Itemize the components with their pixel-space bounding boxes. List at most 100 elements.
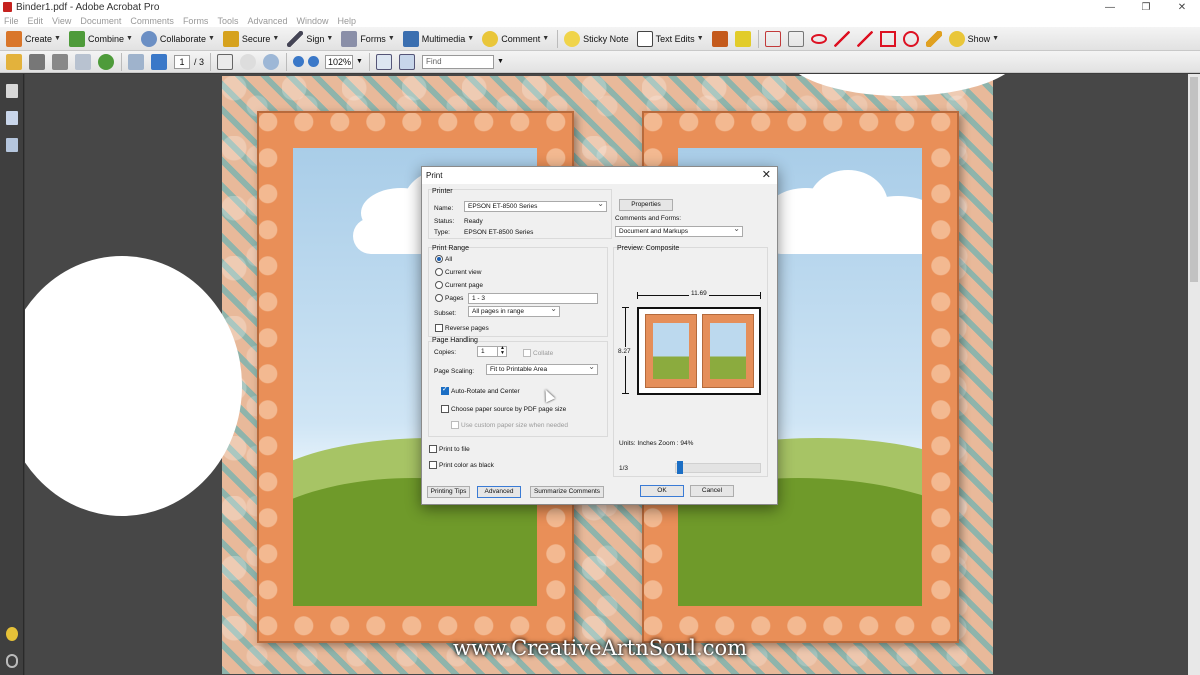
preview-label: Preview: Composite: [617, 245, 680, 252]
width-dimension-value: 11.69: [689, 290, 709, 297]
page-scaling-select[interactable]: Fit to Printable Area: [486, 362, 598, 375]
print-to-file-checkbox[interactable]: [429, 445, 437, 453]
title-bar: Binder1.pdf - Adobe Acrobat Pro — ❐ ✕: [0, 0, 1200, 14]
toolbar-divider: [368, 52, 370, 71]
stamp-icon[interactable]: [711, 30, 728, 47]
menu-edit[interactable]: Edit: [28, 16, 44, 26]
vertical-scrollbar[interactable]: [1188, 74, 1200, 675]
printing-tips-button[interactable]: Printing Tips: [427, 486, 470, 498]
print-icon[interactable]: [29, 53, 45, 70]
create-button[interactable]: Create ▼: [6, 30, 61, 47]
properties-button[interactable]: Properties: [619, 199, 673, 211]
advanced-button[interactable]: Advanced: [477, 486, 521, 498]
page-number-input[interactable]: 1: [174, 54, 190, 69]
close-window-icon[interactable]: ✕: [1164, 0, 1200, 14]
callout-icon[interactable]: [764, 30, 781, 47]
range-current-page-radio[interactable]: [435, 281, 443, 289]
fit-page-icon[interactable]: [375, 53, 392, 70]
menu-tools[interactable]: Tools: [217, 16, 238, 26]
custom-paper-checkbox[interactable]: [451, 421, 459, 429]
minimize-icon[interactable]: —: [1092, 0, 1128, 14]
text-edits-button[interactable]: Text Edits ▼: [636, 30, 704, 47]
print-color-black-checkbox[interactable]: [429, 461, 437, 469]
select-tool-icon[interactable]: [217, 53, 234, 70]
pencil-icon[interactable]: [925, 30, 942, 47]
dialog-close-icon[interactable]: ✕: [762, 168, 771, 181]
cloud-icon[interactable]: [810, 33, 827, 44]
sign-button[interactable]: Sign ▼: [287, 30, 333, 47]
range-current-view-radio[interactable]: [435, 268, 443, 276]
sticky-note-button[interactable]: Sticky Note: [564, 30, 629, 47]
save-icon[interactable]: [52, 53, 68, 70]
show-button[interactable]: Show ▼: [948, 30, 999, 47]
highlight-icon[interactable]: [734, 30, 751, 47]
pages-panel-icon[interactable]: [6, 84, 18, 98]
signatures-panel-icon[interactable]: [6, 138, 18, 152]
reverse-pages-checkbox[interactable]: [435, 324, 443, 332]
find-dropdown-icon[interactable]: ▼: [497, 58, 504, 65]
dialog-title: Print: [422, 167, 777, 184]
secure-button[interactable]: Secure ▼: [222, 30, 280, 47]
zoom-tool-icon[interactable]: [263, 53, 280, 70]
page-scaling-label: Page Scaling:: [434, 368, 475, 375]
navigation-pane: [0, 74, 24, 675]
status-label: Status:: [434, 218, 455, 225]
collaborate-share-icon[interactable]: [98, 53, 114, 70]
printer-name-select[interactable]: EPSON ET-8500 Series: [464, 199, 607, 212]
combine-button[interactable]: Combine ▼: [68, 30, 133, 47]
pages-input[interactable]: 1 - 3: [468, 293, 598, 304]
cancel-button[interactable]: Cancel: [690, 485, 734, 497]
subset-select[interactable]: All pages in range: [468, 304, 560, 317]
oval-icon[interactable]: [902, 30, 919, 47]
print-range-label: Print Range: [432, 245, 469, 252]
toolbar-divider: [121, 52, 122, 71]
restore-icon[interactable]: ❐: [1128, 0, 1164, 14]
combine-icon: [68, 30, 85, 47]
preview-page-slider[interactable]: [675, 463, 761, 473]
chevron-down-icon: ▼: [272, 35, 280, 42]
forms-button[interactable]: Forms ▼: [341, 30, 395, 47]
collate-checkbox[interactable]: [523, 349, 531, 357]
rectangle-icon[interactable]: [879, 30, 896, 47]
show-icon: [948, 30, 965, 47]
find-input[interactable]: Find: [421, 54, 494, 69]
auto-rotate-checkbox[interactable]: [441, 385, 449, 395]
range-all-radio[interactable]: [435, 255, 443, 263]
ok-button[interactable]: OK: [640, 485, 684, 497]
menu-window[interactable]: Window: [296, 16, 328, 26]
previous-page-icon[interactable]: [128, 53, 144, 70]
bookmarks-panel-icon[interactable]: [6, 111, 18, 125]
hand-tool-icon[interactable]: [240, 53, 257, 70]
menu-help[interactable]: Help: [338, 16, 357, 26]
summarize-comments-button[interactable]: Summarize Comments: [530, 486, 604, 498]
collaborate-button[interactable]: Collaborate ▼: [140, 30, 215, 47]
pen-icon: [287, 30, 304, 47]
zoom-dropdown-icon[interactable]: ▼: [356, 58, 363, 65]
zoom-level-input[interactable]: 102%: [325, 54, 354, 69]
choose-paper-checkbox[interactable]: [441, 405, 449, 413]
menu-forms[interactable]: Forms: [183, 16, 209, 26]
copies-stepper-icon[interactable]: ▲ ▼: [497, 346, 507, 357]
comments-forms-select[interactable]: Document and Markups: [615, 224, 743, 237]
preview-slider-thumb[interactable]: [677, 461, 683, 474]
multimedia-button[interactable]: Multimedia ▼: [402, 30, 474, 47]
next-page-icon[interactable]: [151, 53, 167, 70]
menu-comments[interactable]: Comments: [130, 16, 174, 26]
open-folder-icon[interactable]: [6, 53, 22, 70]
zoom-in-icon[interactable]: [308, 56, 320, 67]
multimedia-icon: [402, 30, 419, 47]
arrow-icon[interactable]: [833, 30, 850, 47]
line-icon[interactable]: [856, 30, 873, 47]
range-pages-radio[interactable]: [435, 294, 443, 302]
comment-button[interactable]: Comment ▼: [482, 30, 549, 47]
menu-advanced[interactable]: Advanced: [247, 16, 287, 26]
fit-width-icon[interactable]: [398, 53, 415, 70]
zoom-out-icon[interactable]: [293, 56, 305, 67]
menu-document[interactable]: Document: [80, 16, 121, 26]
menu-file[interactable]: File: [4, 16, 19, 26]
menu-view[interactable]: View: [52, 16, 71, 26]
scrollbar-thumb[interactable]: [1190, 77, 1198, 282]
toolbar-divider: [210, 52, 212, 71]
textbox-icon[interactable]: [787, 30, 804, 47]
email-icon[interactable]: [75, 53, 91, 70]
